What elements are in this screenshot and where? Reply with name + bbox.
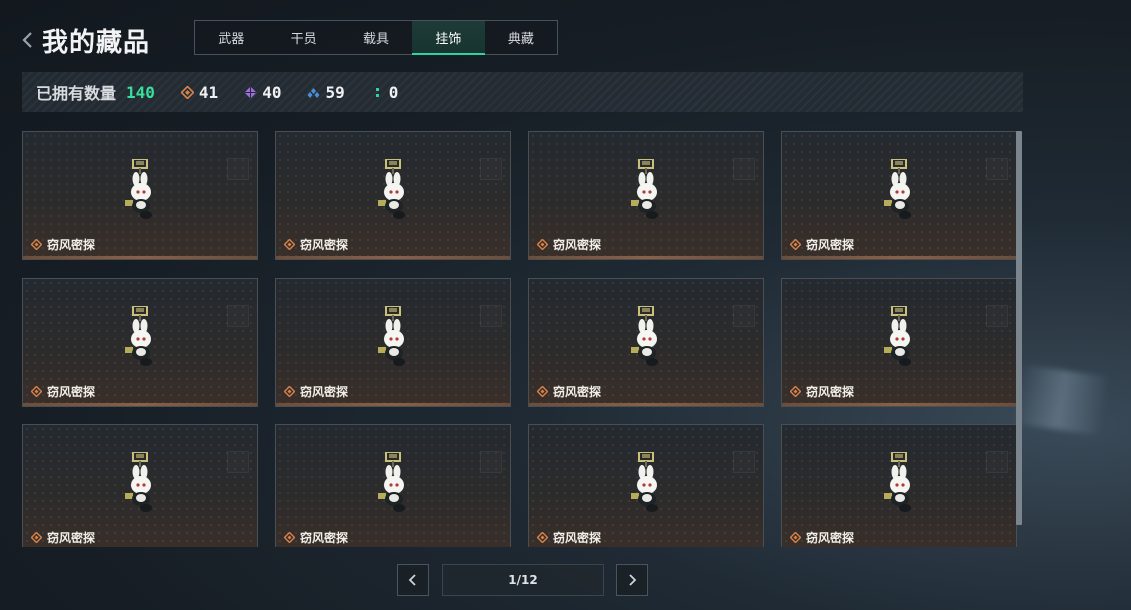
charm-card[interactable]: 窃风密探: [781, 278, 1017, 407]
category-tabs: 武器 干员 载具 挂饰 典藏: [194, 20, 558, 55]
chevron-right-icon: [629, 574, 637, 586]
bunny-charm-icon: [378, 452, 405, 512]
charm-name-label: 窃风密探: [537, 529, 601, 546]
orange-diamond-icon: [284, 239, 295, 250]
chevron-left-icon: [408, 574, 416, 586]
orange-diamond-icon: [537, 239, 548, 250]
bunny-charm-icon: [378, 159, 405, 219]
charm-name-label: 窃风密探: [790, 383, 854, 400]
tab-operators[interactable]: 干员: [267, 21, 339, 54]
rarity-stat-green: 0: [371, 82, 399, 102]
rarity-stat-purple: 40: [244, 83, 281, 102]
bunny-charm-icon: [884, 306, 911, 366]
bunny-charm-icon: [884, 159, 911, 219]
bunny-charm-icon: [884, 452, 911, 512]
orange-diamond-icon: [31, 386, 42, 397]
charm-name: 窃风密探: [553, 238, 602, 252]
blue-cluster-icon: [307, 87, 320, 98]
charm-name-label: 窃风密探: [537, 383, 601, 400]
orange-diamond-icon: [284, 532, 295, 543]
orange-diamond-icon: [790, 386, 801, 397]
owned-count-value: 140: [126, 82, 155, 102]
back-button[interactable]: [20, 29, 36, 51]
rarity-count: 41: [198, 82, 219, 102]
rarity-stat-blue: 59: [307, 82, 345, 102]
charm-name: 窃风密探: [806, 385, 855, 399]
charm-name: 窃风密探: [553, 385, 602, 399]
charm-card[interactable]: 窃风密探: [781, 131, 1017, 260]
charm-name-label: 窃风密探: [284, 236, 348, 253]
charm-card[interactable]: 窃风密探: [275, 424, 511, 547]
charm-grid: 窃风密探 窃风密探 窃风密探 窃风密探 窃风密探 窃风密探 窃风密探 窃风密探 窃风密探 窃风密探…: [22, 131, 1017, 547]
orange-diamond-icon: [180, 85, 194, 99]
orange-diamond-icon: [284, 386, 295, 397]
bunny-charm-icon: [125, 452, 152, 512]
charm-card[interactable]: 窃风密探: [781, 424, 1017, 547]
rarity-count: 40: [262, 82, 282, 102]
rarity-stat-orange: 41: [180, 82, 219, 102]
charm-card[interactable]: 窃风密探: [275, 278, 511, 407]
charm-name: 窃风密探: [300, 531, 349, 545]
charm-name: 窃风密探: [806, 238, 855, 252]
green-dots-icon: [375, 87, 379, 97]
bunny-charm-icon: [631, 159, 658, 219]
charm-name: 窃风密探: [806, 531, 855, 545]
charm-name-label: 窃风密探: [537, 236, 601, 253]
charm-name-label: 窃风密探: [31, 529, 95, 546]
tab-collection[interactable]: 典藏: [485, 21, 557, 54]
charm-card[interactable]: 窃风密探: [22, 131, 258, 260]
tab-weapons[interactable]: 武器: [195, 21, 267, 54]
page-title: 我的藏品: [42, 28, 151, 58]
charm-name: 窃风密探: [300, 385, 349, 399]
orange-diamond-icon: [31, 239, 42, 250]
charm-card[interactable]: 窃风密探: [528, 278, 764, 407]
charm-card[interactable]: 窃风密探: [22, 278, 258, 407]
orange-diamond-icon: [790, 532, 801, 543]
chevron-left-icon: [22, 32, 32, 48]
charm-name: 窃风密探: [300, 238, 349, 252]
charm-name-label: 窃风密探: [790, 529, 854, 546]
charm-card[interactable]: 窃风密探: [275, 131, 511, 260]
bunny-charm-icon: [125, 306, 152, 366]
charm-card[interactable]: 窃风密探: [528, 424, 764, 547]
rarity-count: 59: [325, 82, 345, 102]
charm-name: 窃风密探: [47, 531, 96, 545]
orange-diamond-icon: [537, 532, 548, 543]
bunny-charm-icon: [631, 306, 658, 366]
tab-charms[interactable]: 挂饰: [412, 21, 486, 55]
charm-name: 窃风密探: [553, 531, 602, 545]
charm-name-label: 窃风密探: [31, 236, 95, 253]
previous-page-button[interactable]: [397, 564, 429, 596]
charm-card[interactable]: 窃风密探: [22, 424, 258, 547]
charm-name-label: 窃风密探: [284, 529, 348, 546]
bunny-charm-icon: [125, 159, 152, 219]
tab-vehicles[interactable]: 载具: [340, 21, 412, 54]
scrollbar[interactable]: [1016, 131, 1022, 525]
orange-diamond-icon: [537, 386, 548, 397]
charm-name: 窃风密探: [47, 238, 96, 252]
page-indicator: 1/12: [442, 564, 604, 596]
charm-name-label: 窃风密探: [284, 383, 348, 400]
charm-card[interactable]: 窃风密探: [528, 131, 764, 260]
owned-count-label: 已拥有数量: [36, 84, 117, 103]
charm-name-label: 窃风密探: [31, 383, 95, 400]
next-page-button[interactable]: [616, 564, 648, 596]
charm-name: 窃风密探: [47, 385, 96, 399]
purple-diamond-icon: [244, 86, 257, 98]
bunny-charm-icon: [378, 306, 405, 366]
ownership-stats-bar: 已拥有数量 140 41 40 59 0: [22, 72, 1023, 112]
rarity-count: 0: [388, 82, 399, 102]
charm-name-label: 窃风密探: [790, 236, 854, 253]
orange-diamond-icon: [31, 532, 42, 543]
bunny-charm-icon: [631, 452, 658, 512]
orange-diamond-icon: [790, 239, 801, 250]
